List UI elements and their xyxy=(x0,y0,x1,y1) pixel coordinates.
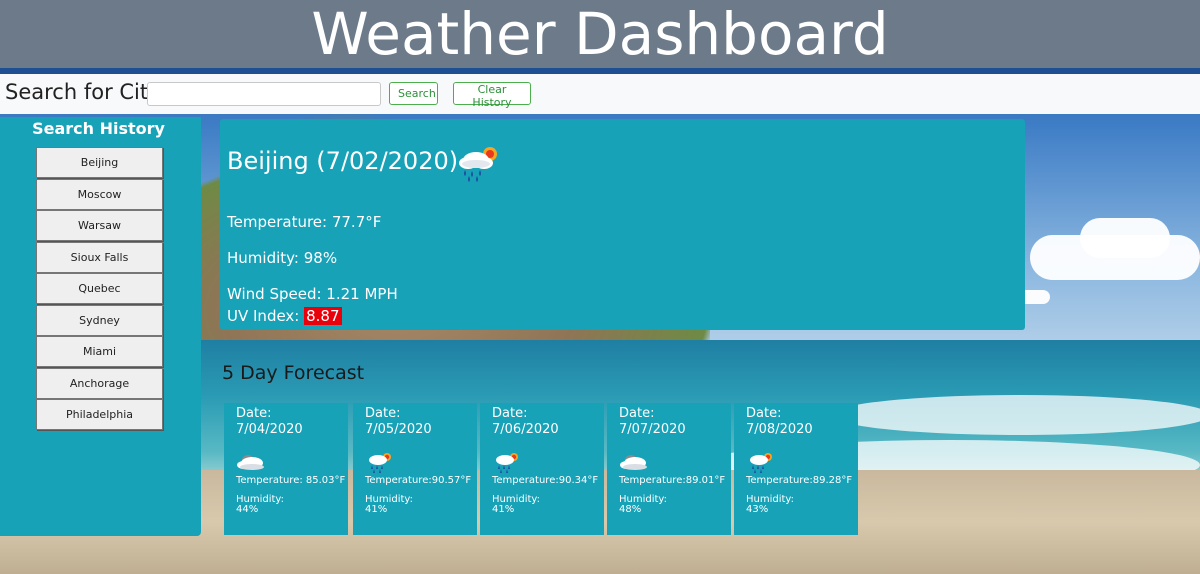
forecast-humidity: 44% xyxy=(236,504,259,515)
forecast-date-label: Date: xyxy=(365,406,401,421)
forecast-humidity: 48% xyxy=(619,504,642,515)
uv-index-badge: 8.87 xyxy=(304,307,342,325)
forecast-card: Date: 7/08/2020 Temperature:89.28°F Humi… xyxy=(734,403,858,535)
forecast-date: 7/05/2020 xyxy=(365,422,432,437)
history-item-beijing[interactable]: Beijing xyxy=(36,147,163,178)
rain-sun-icon xyxy=(496,453,518,473)
forecast-temperature: Temperature:90.57°F xyxy=(365,475,472,486)
forecast-card: Date: 7/04/2020 Temperature: 85.03°F Hum… xyxy=(224,403,348,535)
search-button[interactable]: Search xyxy=(389,82,438,105)
current-wind-speed: Wind Speed: 1.21 MPH xyxy=(227,285,398,303)
forecast-card: Date: 7/05/2020 Temperature:90.57°F Humi… xyxy=(353,403,477,535)
history-item-sydney[interactable]: Sydney xyxy=(36,305,163,336)
uv-index-label: UV Index: xyxy=(227,307,305,325)
forecast-temperature: Temperature: 85.03°F xyxy=(236,475,346,486)
rain-sun-icon xyxy=(459,147,497,182)
rain-sun-icon xyxy=(369,453,391,473)
history-item-miami[interactable]: Miami xyxy=(36,336,163,367)
search-label: Search for City xyxy=(5,80,161,104)
forecast-date: 7/06/2020 xyxy=(492,422,559,437)
forecast-humidity: 41% xyxy=(492,504,515,515)
search-history-title: Search History xyxy=(32,119,165,138)
current-city-title: Beijing (7/02/2020) xyxy=(227,147,459,175)
search-history-panel: Search History Beijing Moscow Warsaw Sio… xyxy=(0,117,201,536)
forecast-date-label: Date: xyxy=(236,406,272,421)
current-weather-card: Beijing (7/02/2020) Temperature: 77.7°F … xyxy=(220,119,1025,330)
current-uv-index: UV Index: 8.87 xyxy=(227,307,342,325)
rain-sun-icon xyxy=(750,453,772,473)
city-search-input[interactable] xyxy=(147,82,381,106)
search-bar: Search for City Search Clear History xyxy=(0,74,1200,114)
history-item-quebec[interactable]: Quebec xyxy=(36,273,163,304)
page-title: Weather Dashboard xyxy=(311,0,889,68)
current-temperature: Temperature: 77.7°F xyxy=(227,213,382,231)
history-item-philadelphia[interactable]: Philadelphia xyxy=(36,399,163,430)
history-item-warsaw[interactable]: Warsaw xyxy=(36,210,163,241)
app-header: Weather Dashboard xyxy=(0,0,1200,68)
history-item-sioux-falls[interactable]: Sioux Falls xyxy=(36,242,163,273)
forecast-date-label: Date: xyxy=(746,406,782,421)
forecast-temperature: Temperature:90.34°F xyxy=(492,475,599,486)
forecast-date-label: Date: xyxy=(619,406,655,421)
history-item-moscow[interactable]: Moscow xyxy=(36,179,163,210)
forecast-card: Date: 7/07/2020 Temperature:89.01°F Humi… xyxy=(607,403,731,535)
forecast-date: 7/08/2020 xyxy=(746,422,813,437)
clear-history-button[interactable]: Clear History xyxy=(453,82,531,109)
forecast-date: 7/04/2020 xyxy=(236,422,303,437)
forecast-temperature: Temperature:89.01°F xyxy=(619,475,726,486)
forecast-humidity: 41% xyxy=(365,504,388,515)
current-humidity: Humidity: 98% xyxy=(227,249,338,267)
forecast-date-label: Date: xyxy=(492,406,528,421)
forecast-date: 7/07/2020 xyxy=(619,422,686,437)
forecast-card: Date: 7/06/2020 Temperature:90.34°F Humi… xyxy=(480,403,604,535)
forecast-humidity: 43% xyxy=(746,504,769,515)
forecast-title: 5 Day Forecast xyxy=(222,362,365,384)
cloud-icon xyxy=(237,455,264,470)
cloud-icon xyxy=(620,455,647,470)
history-item-anchorage[interactable]: Anchorage xyxy=(36,368,163,399)
forecast-temperature: Temperature:89.28°F xyxy=(746,475,853,486)
